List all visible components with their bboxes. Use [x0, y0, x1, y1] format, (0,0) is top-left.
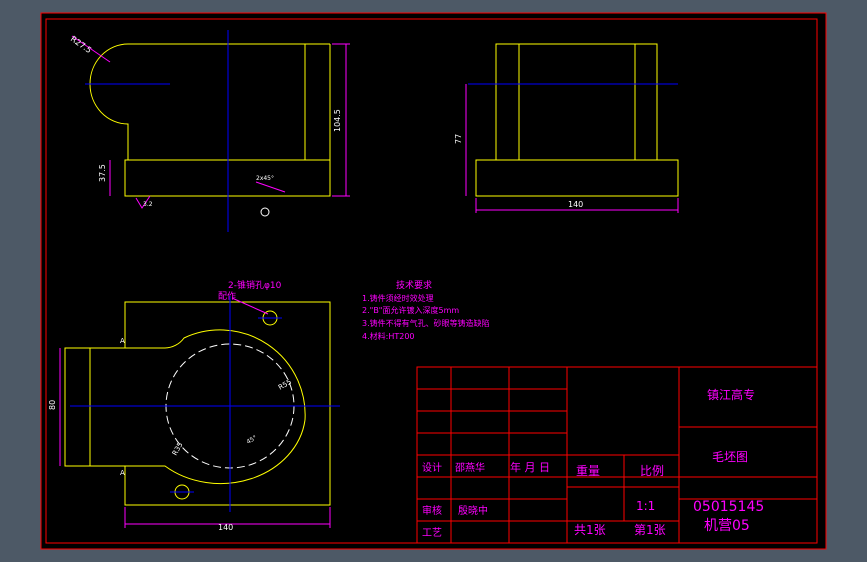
- tb-drawing-code: 05015145: [693, 499, 764, 515]
- note-item-3: 3.铸件不得有气孔、砂眼等铸造缺陷: [362, 318, 490, 328]
- tb-designer: 邵燕华: [455, 461, 485, 474]
- tb-sheet-no: 第1张: [634, 523, 666, 537]
- tb-total-sheets: 共1张: [574, 523, 606, 537]
- front-view-chamfer-label: 2x45°: [256, 175, 274, 182]
- tb-date-label: 年 月 日: [510, 460, 550, 474]
- tb-school: 镇江高专: [707, 387, 755, 402]
- side-view-width-label: 140: [568, 200, 583, 209]
- tb-reviewer: 殷晓中: [458, 504, 488, 517]
- top-view-width-label: 140: [218, 523, 233, 532]
- section-mark-lower: A: [120, 469, 125, 477]
- tb-scale-label: 比例: [640, 464, 664, 478]
- front-view-roughness-label: 3.2: [143, 201, 153, 208]
- front-view-height-label: 104.5: [333, 109, 342, 132]
- top-view-height-label: 80: [48, 400, 57, 410]
- tb-class-code: 机营05: [704, 518, 750, 534]
- front-view-base-height-label: 37.5: [98, 164, 107, 182]
- pin-hole-note: 配作: [218, 290, 236, 302]
- tb-drawing-name: 毛坯图: [712, 450, 748, 464]
- pin-hole-label: 2-锥销孔φ10: [228, 279, 282, 291]
- tb-weight-label: 重量: [576, 464, 600, 478]
- cad-drawing-canvas: R27.5 104.5 37.5 2x45° 3.2 77 140 2-锥销孔φ…: [40, 12, 827, 550]
- note-item-1: 1.铸件须经时效处理: [362, 293, 434, 303]
- note-item-2: 2."B"面允许镀入深度5mm: [362, 305, 459, 315]
- tb-process-label: 工艺: [422, 527, 442, 539]
- side-view-height-label: 77: [454, 134, 463, 144]
- section-mark-upper: A: [120, 337, 125, 345]
- tb-review-label: 审核: [422, 504, 442, 517]
- notes-title: 技术要求: [396, 279, 432, 291]
- tb-design-label: 设计: [422, 461, 442, 474]
- tb-scale-value: 1:1: [636, 499, 655, 513]
- note-item-4: 4.材料:HT200: [362, 331, 415, 341]
